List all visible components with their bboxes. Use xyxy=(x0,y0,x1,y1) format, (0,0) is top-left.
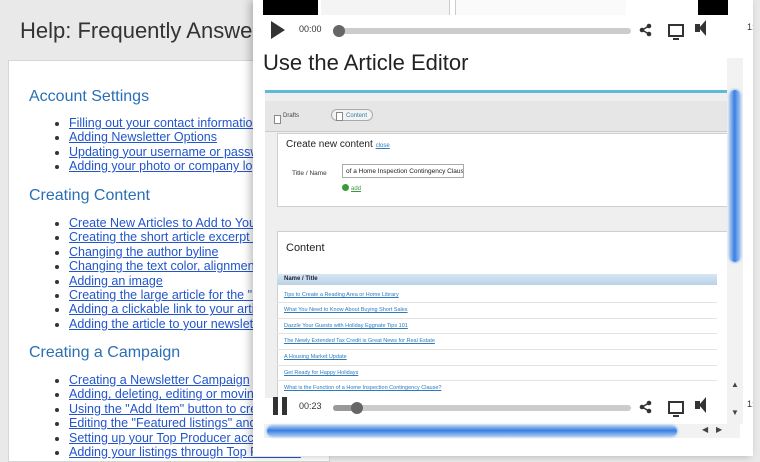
screen-icon[interactable] xyxy=(668,24,684,40)
check-icon xyxy=(342,184,349,191)
video-popup: 00:00 1: Use the Article Editor Drafts C… xyxy=(253,0,753,456)
seek-bar[interactable] xyxy=(333,25,631,37)
row-divider xyxy=(277,380,717,381)
volume-icon[interactable] xyxy=(695,20,706,36)
player-duration: 1: xyxy=(747,22,753,32)
scroll-down-arrow[interactable]: ▼ xyxy=(731,408,739,417)
faq-link[interactable]: Adding your photo or company logo xyxy=(69,159,266,173)
faq-link[interactable]: Filling out your contact information xyxy=(69,116,259,130)
player-time: 00:00 xyxy=(299,24,322,34)
player-duration: 1: xyxy=(747,399,753,409)
article-link: A Housing Market Update xyxy=(284,354,347,360)
list-item: Filling out your contact information xyxy=(69,116,277,130)
top-player-controls: 00:00 1: xyxy=(253,16,753,44)
table-header: Name / Title xyxy=(277,274,717,285)
article-link: What You Need to Know About Buying Short… xyxy=(284,307,408,313)
list-item: Adding your photo or company logo xyxy=(69,159,277,173)
list-item: Updating your username or password xyxy=(69,145,277,159)
content-tab: Content xyxy=(331,109,373,121)
title-field: of a Home Inspection Contingency Clause? xyxy=(342,164,464,178)
add-link: add xyxy=(342,184,361,192)
scroll-right-arrow[interactable]: ▶ xyxy=(716,425,722,434)
row-divider xyxy=(277,318,717,319)
editor-video-frame[interactable]: Drafts Content Create new content close T… xyxy=(265,90,727,398)
article-link: What is the Function of a Home Inspectio… xyxy=(284,385,442,391)
faq-link[interactable]: Adding Newsletter Options xyxy=(69,130,217,144)
horizontal-scrollbar[interactable]: ◀ ▶ xyxy=(264,424,740,438)
row-divider xyxy=(277,349,717,350)
seek-handle[interactable] xyxy=(333,25,345,37)
section-title-creating-campaign: Creating a Campaign xyxy=(29,344,181,361)
faq-link[interactable]: Updating your username or password xyxy=(69,145,277,159)
faq-link[interactable]: Setting up your Top Producer account xyxy=(69,431,278,445)
previous-video-strip xyxy=(263,0,728,15)
section-title-creating-content: Creating Content xyxy=(29,187,150,204)
scroll-left-arrow[interactable]: ◀ xyxy=(702,425,708,434)
close-link: close xyxy=(375,143,390,149)
create-content-box: Create new content close Title / Name of … xyxy=(277,133,727,207)
content-heading: Content xyxy=(286,242,325,254)
content-icon xyxy=(336,112,343,121)
scroll-up-arrow[interactable]: ▲ xyxy=(731,380,739,389)
pause-icon[interactable] xyxy=(273,397,289,415)
faq-link[interactable]: Adding a clickable link to your article xyxy=(69,302,271,316)
row-divider xyxy=(277,333,717,334)
video-thumbnail xyxy=(263,0,318,15)
list-item: Adding Newsletter Options xyxy=(69,130,277,144)
drafts-icon xyxy=(274,115,281,124)
article-link: The Newly Extended Tax Credit is Great N… xyxy=(284,338,435,344)
share-icon[interactable] xyxy=(639,400,653,414)
video-thumbnail xyxy=(321,0,450,15)
create-content-heading: Create new content close xyxy=(286,139,390,150)
drafts-tab: Drafts xyxy=(274,113,299,124)
article-link: Dazzle Your Guests with Holiday Eggnate … xyxy=(284,323,408,329)
video-thumbnail xyxy=(698,0,728,15)
screen-icon[interactable] xyxy=(668,401,684,417)
article-link: Tips to Create a Reading Area or Home Li… xyxy=(284,292,399,298)
share-icon[interactable] xyxy=(639,23,653,37)
faq-link[interactable]: Adding the article to your newsletter xyxy=(69,317,268,331)
faq-link[interactable]: Creating a Newsletter Campaign xyxy=(69,373,250,387)
volume-icon[interactable] xyxy=(695,397,706,413)
faq-link[interactable]: Changing the author byline xyxy=(69,245,218,259)
player-time: 00:23 xyxy=(299,401,322,411)
editor-tab-bar: Drafts Content xyxy=(265,101,727,132)
section-title-account-settings: Account Settings xyxy=(29,88,150,105)
account-settings-list: Filling out your contact information Add… xyxy=(9,116,277,174)
title-field-label: Title / Name xyxy=(292,170,327,177)
faq-link[interactable]: Adding an image xyxy=(69,274,163,288)
bottom-player-controls: 00:23 1: xyxy=(253,393,753,421)
play-icon[interactable] xyxy=(271,21,285,39)
seek-bar[interactable] xyxy=(333,402,631,414)
video-thumbnail xyxy=(455,0,626,15)
video-title: Use the Article Editor xyxy=(263,50,469,75)
row-divider xyxy=(277,302,717,303)
horizontal-scroll-thumb[interactable] xyxy=(267,426,677,436)
row-divider xyxy=(277,365,717,366)
vertical-scrollbar[interactable]: ▲ ▼ xyxy=(727,58,743,424)
seek-handle[interactable] xyxy=(350,402,363,414)
vertical-scroll-thumb[interactable] xyxy=(730,90,740,262)
article-link: Get Ready for Happy Holidays xyxy=(284,370,359,376)
